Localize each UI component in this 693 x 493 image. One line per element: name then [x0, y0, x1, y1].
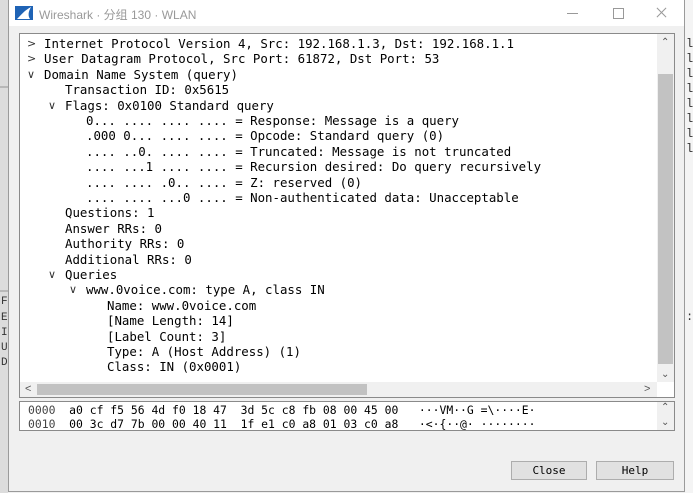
collapsed-chevron-icon[interactable]: >: [27, 36, 36, 51]
minimize-icon: [567, 13, 578, 14]
hex-offset: 0010: [28, 417, 56, 431]
hex-offset: 0000: [28, 403, 56, 417]
tree-vertical-scrollbar[interactable]: ⌃ ⌄: [657, 34, 674, 382]
scroll-left-arrow-icon[interactable]: <: [25, 384, 31, 395]
background-text: la: [686, 97, 693, 111]
collapsed-chevron-icon[interactable]: >: [27, 51, 36, 66]
packet-window: Wireshark · 分组 130 · WLAN > Internet Prot…: [8, 0, 685, 492]
tree-item[interactable]: Transaction ID: 0x5615: [65, 82, 229, 97]
hex-row[interactable]: 0000 a0 cf f5 56 4d f0 18 47 3d 5c c8 fb…: [28, 403, 536, 417]
tree-item[interactable]: Answer RRs: 0: [65, 221, 162, 236]
tree-item[interactable]: 0... .... .... .... = Response: Message …: [86, 113, 459, 128]
hex-ascii: ···VM··G =\····E·: [418, 403, 536, 417]
close-button[interactable]: Close: [511, 461, 587, 480]
tree-item[interactable]: Class: IN (0x0001): [107, 359, 241, 374]
tree-item[interactable]: [Label Count: 3]: [107, 329, 226, 344]
tree-item[interactable]: .... ..0. .... .... = Truncated: Message…: [86, 144, 511, 159]
tree-item[interactable]: .000 0... .... .... = Opcode: Standard q…: [86, 128, 444, 143]
tree-horizontal-scroll-thumb[interactable]: [37, 384, 367, 395]
tree-item[interactable]: .... .... ...0 .... = Non-authenticated …: [86, 190, 519, 205]
tree-item[interactable]: Authority RRs: 0: [65, 236, 184, 251]
scroll-down-arrow-icon[interactable]: ⌄: [661, 370, 669, 380]
hex-ascii: ·<·{··@· ········: [418, 417, 536, 431]
background-text: la: [686, 37, 693, 51]
scroll-down-arrow-icon[interactable]: ⌄: [661, 418, 669, 428]
tree-item[interactable]: Additional RRs: 0: [65, 252, 192, 267]
expanded-chevron-icon[interactable]: ∨: [27, 67, 35, 82]
hex-vertical-scrollbar[interactable]: ⌃ ⌄: [657, 402, 674, 430]
background-text: E: [1, 312, 8, 324]
background-text: la: [686, 142, 693, 156]
tree-item[interactable]: User Datagram Protocol, Src Port: 61872,…: [44, 51, 439, 66]
scroll-right-arrow-icon[interactable]: >: [644, 384, 650, 395]
window-title: Wireshark · 分组 130 · WLAN: [39, 8, 197, 22]
background-text: U: [1, 342, 8, 354]
help-button[interactable]: Help: [596, 461, 674, 480]
background-window-right: la la la la la la la la :: [685, 0, 693, 493]
tree-horizontal-scrollbar[interactable]: < >: [20, 382, 657, 397]
tree-vertical-scroll-thumb[interactable]: [658, 74, 673, 364]
scroll-up-arrow-icon[interactable]: ⌃: [661, 38, 669, 48]
tree-item[interactable]: Internet Protocol Version 4, Src: 192.16…: [44, 36, 514, 51]
tree-item[interactable]: Flags: 0x0100 Standard query: [65, 98, 274, 113]
tree-item[interactable]: Type: A (Host Address) (1): [107, 344, 301, 359]
tree-item[interactable]: [Name Length: 14]: [107, 313, 234, 328]
hex-bytes: a0 cf f5 56 4d f0 18 47 3d 5c c8 fb 08 0…: [69, 403, 399, 417]
tree-item[interactable]: Questions: 1: [65, 205, 155, 220]
packet-bytes-pane[interactable]: 0000 a0 cf f5 56 4d f0 18 47 3d 5c c8 fb…: [19, 401, 675, 431]
tree-item[interactable]: Queries: [65, 267, 117, 282]
close-window-button[interactable]: [638, 0, 684, 26]
background-text: F: [1, 296, 8, 308]
background-text: D: [1, 357, 8, 369]
wireshark-fin-icon: [15, 6, 33, 20]
maximize-icon: [613, 8, 624, 19]
tree-item[interactable]: www.0voice.com: type A, class IN: [86, 282, 325, 297]
tree-item[interactable]: .... ...1 .... .... = Recursion desired:…: [86, 159, 541, 174]
background-divider: [0, 290, 8, 292]
background-text: la: [686, 52, 693, 66]
packet-details-tree[interactable]: > Internet Protocol Version 4, Src: 192.1…: [19, 33, 675, 398]
background-text: la: [686, 82, 693, 96]
background-window-left: F E I U D: [0, 0, 8, 493]
hex-row[interactable]: 0010 00 3c d7 7b 00 00 40 11 1f e1 c0 a8…: [28, 417, 536, 431]
minimize-button[interactable]: [550, 0, 596, 26]
background-text: la: [686, 67, 693, 81]
maximize-button[interactable]: [596, 0, 642, 26]
background-text: la: [686, 127, 693, 141]
background-divider: [0, 86, 8, 88]
tree-item[interactable]: Domain Name System (query): [44, 67, 238, 82]
scroll-up-arrow-icon[interactable]: ⌃: [661, 403, 669, 413]
hex-bytes: 00 3c d7 7b 00 00 40 11 1f e1 c0 a8 01 0…: [69, 417, 399, 431]
background-text: :: [686, 310, 693, 324]
expanded-chevron-icon[interactable]: ∨: [69, 282, 77, 297]
expanded-chevron-icon[interactable]: ∨: [48, 267, 56, 282]
background-text: I: [1, 327, 8, 339]
tree-item[interactable]: Name: www.0voice.com: [107, 298, 256, 313]
background-text: la: [686, 112, 693, 126]
tree-item[interactable]: .... .... .0.. .... = Z: reserved (0): [86, 175, 362, 190]
expanded-chevron-icon[interactable]: ∨: [48, 98, 56, 113]
title-bar[interactable]: Wireshark · 分组 130 · WLAN: [9, 0, 684, 26]
